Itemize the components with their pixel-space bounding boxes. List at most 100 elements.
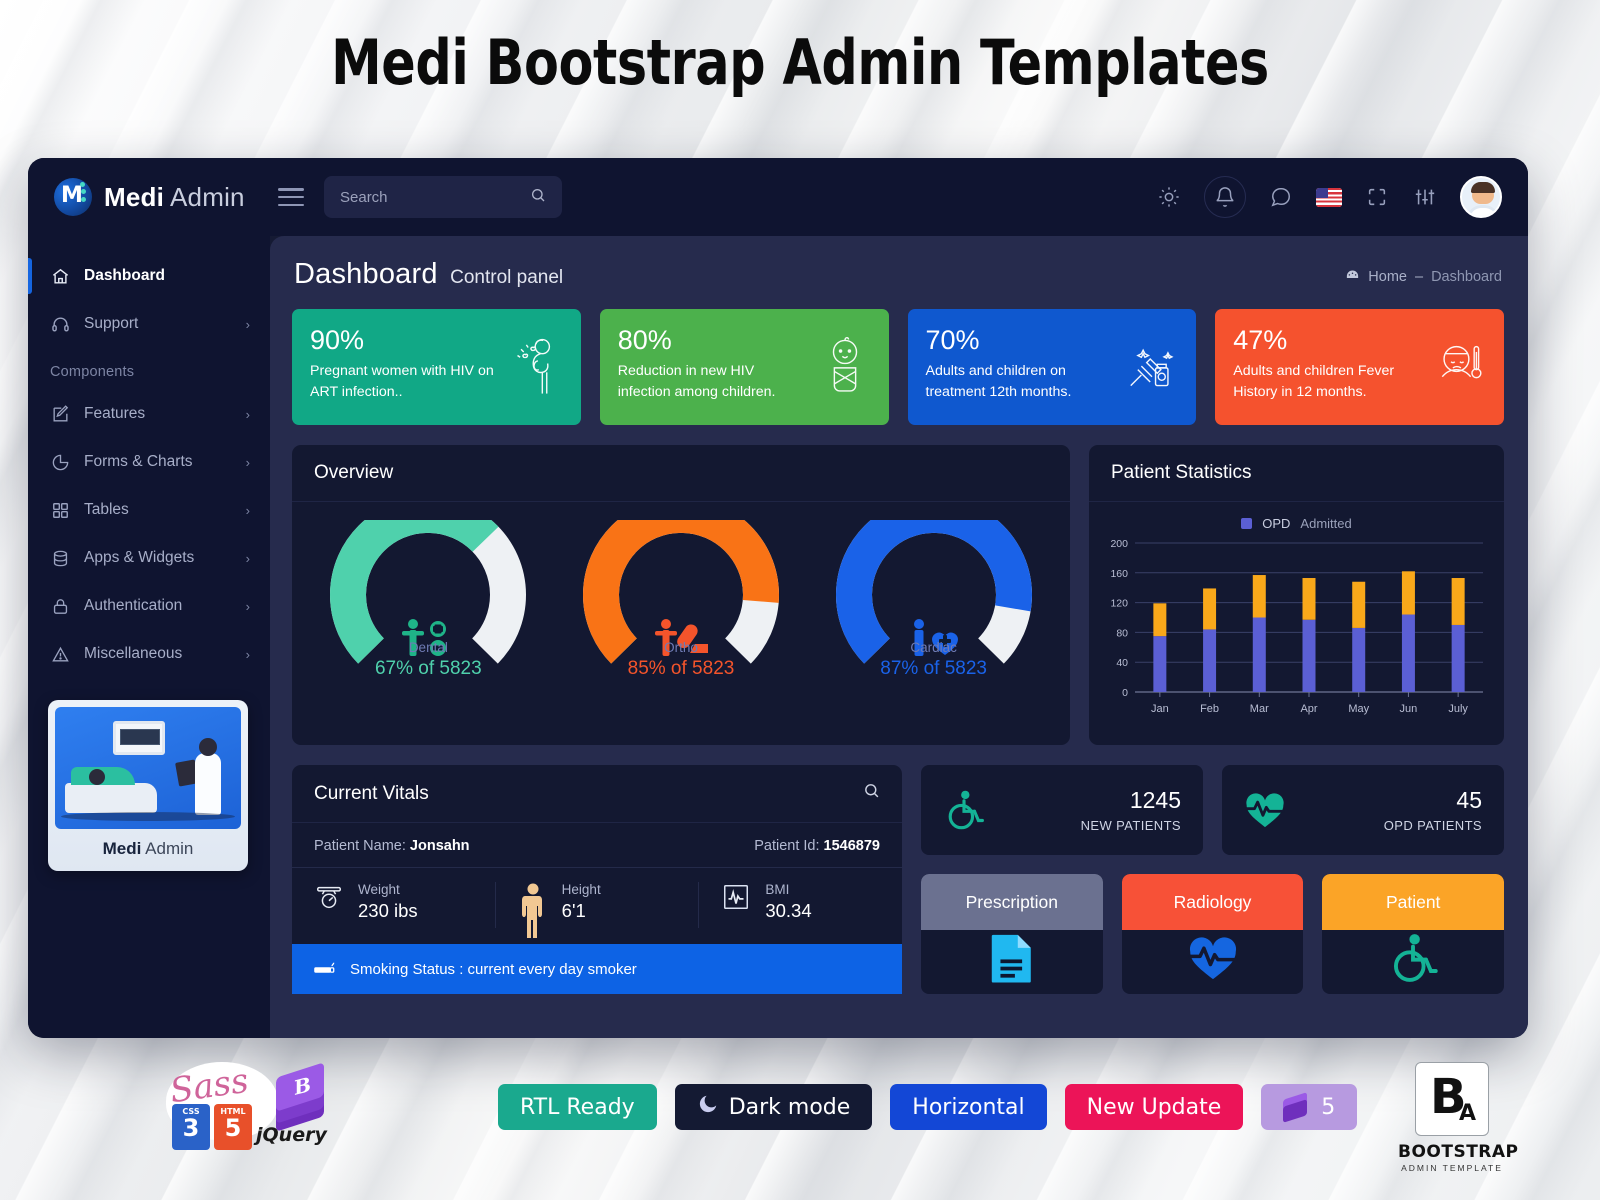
breadcrumb-current: Dashboard xyxy=(1431,269,1502,285)
sidebar-item-support[interactable]: Support › xyxy=(28,300,270,348)
tile-prescription-label: Prescription xyxy=(921,874,1103,930)
ba-letter-a: A xyxy=(1458,1101,1476,1126)
fever-patient-icon xyxy=(1432,336,1488,398)
sidebar-item-features[interactable]: Features › xyxy=(28,390,270,438)
pill-rtl-ready[interactable]: RTL Ready xyxy=(498,1084,657,1130)
patient-meta-row: Patient Name: Jonsahn Patient Id: 154687… xyxy=(292,823,902,868)
stat-card-fever-history[interactable]: 47% Adults and children Fever History in… xyxy=(1215,309,1504,425)
search-icon[interactable] xyxy=(863,782,880,805)
notification-bell-icon[interactable] xyxy=(1204,176,1246,218)
gauge-dental[interactable]: Dental 67% of 5823 xyxy=(322,520,534,680)
cigarette-icon xyxy=(314,959,338,979)
tile-prescription[interactable]: Prescription xyxy=(921,874,1103,994)
chevron-right-icon: › xyxy=(245,598,250,614)
language-flag-icon[interactable] xyxy=(1316,184,1342,210)
feature-pill-row: RTL Ready Dark mode Horizontal New Updat… xyxy=(498,1084,1358,1130)
smoking-status-bar: Smoking Status : current every day smoke… xyxy=(292,944,902,994)
body-height-icon xyxy=(516,882,550,938)
vital-bmi: BMI 30.34 xyxy=(698,882,902,928)
kpi-label: NEW PATIENTS xyxy=(1080,817,1181,833)
sidebar-item-forms-charts[interactable]: Forms & Charts › xyxy=(28,438,270,486)
kpi-number: 1245 xyxy=(1129,787,1181,814)
svg-text:160: 160 xyxy=(1110,568,1128,580)
fullscreen-icon[interactable] xyxy=(1364,184,1390,210)
sidebar-item-dashboard[interactable]: Dashboard xyxy=(28,252,270,300)
page-title: Dashboard xyxy=(294,258,438,290)
vital-bmi-text: BMI 30.34 xyxy=(765,882,811,922)
sidebar-item-label: Tables xyxy=(84,501,129,518)
vital-value: 30.34 xyxy=(765,900,812,921)
brand-logo[interactable]: Medi Admin xyxy=(28,178,270,216)
svg-text:200: 200 xyxy=(1110,538,1128,550)
pill-label: Horizontal xyxy=(912,1094,1025,1120)
stat-card-hiv-reduction[interactable]: 80% Reduction in new HIV infection among… xyxy=(599,309,889,425)
search-input[interactable] xyxy=(340,188,510,206)
patient-id-value: 1546879 xyxy=(823,838,880,854)
sidebar-toggle-icon[interactable] xyxy=(278,188,304,206)
tile-patient[interactable]: Patient xyxy=(1322,874,1505,994)
search-icon[interactable] xyxy=(530,187,546,207)
baby-icon xyxy=(817,336,873,398)
sidebar-promo-card[interactable]: Medi Admin xyxy=(48,700,248,871)
smoking-status-text: Smoking Status : current every day smoke… xyxy=(350,960,637,978)
svg-text:40: 40 xyxy=(1116,657,1128,669)
patient-statistics-chart: 0 40 80 120 160 200 Jan Feb Mar Apr May Jun July xyxy=(1089,533,1504,725)
heartbeat-icon xyxy=(1244,789,1286,831)
svg-text:Apr: Apr xyxy=(1300,703,1317,715)
sidebar-item-apps-widgets[interactable]: Apps & Widgets › xyxy=(28,534,270,582)
user-avatar[interactable] xyxy=(1460,176,1502,218)
tile-radiology[interactable]: Radiology xyxy=(1121,874,1304,994)
sidebar-item-miscellaneous[interactable]: Miscellaneous › xyxy=(28,630,270,678)
top-navigation-bar: Medi Admin xyxy=(28,158,1528,236)
stat-description: Adults and children Fever History in 12 … xyxy=(1233,363,1395,400)
kpi-number: 45 xyxy=(1456,787,1482,814)
pill-bootstrap-version[interactable]: 5 xyxy=(1261,1084,1358,1130)
pill-label: New Update xyxy=(1086,1094,1222,1120)
sidebar-item-tables[interactable]: Tables › xyxy=(28,486,270,534)
dashboard-icon xyxy=(1345,268,1360,286)
gauge-ortho[interactable]: Ortho 85% of 5823 xyxy=(575,520,787,680)
legend-label-admitted: Admitted xyxy=(1300,516,1352,531)
gauge-cardiac[interactable]: Cardiac 87% of 5823 xyxy=(828,520,1040,680)
vital-weight: Weight 230 ibs xyxy=(292,882,495,928)
kpi-new-patients[interactable]: 1245 NEW PATIENTS xyxy=(921,765,1203,855)
sidebar-section-label: Components xyxy=(50,364,135,380)
pill-label: 5 xyxy=(1321,1094,1336,1120)
tech-logo-group: Sass CSS 3 HTML 5 jQuery B xyxy=(152,1061,342,1158)
medi-logo-icon xyxy=(54,178,92,216)
gauge-group: Dental 67% of 5823 Ortho 85% of 5823 Car… xyxy=(292,502,1070,680)
svg-text:Jan: Jan xyxy=(1151,703,1169,715)
kpi-opd-patients[interactable]: 45 OPD PATIENTS xyxy=(1222,765,1504,855)
settings-sliders-icon[interactable] xyxy=(1412,184,1438,210)
chat-bubble-icon[interactable] xyxy=(1268,184,1294,210)
weight-scale-icon xyxy=(312,882,346,928)
gauge-label: Cardiac xyxy=(910,640,957,655)
brand-title: Medi Admin xyxy=(104,181,245,212)
pill-dark-mode[interactable]: Dark mode xyxy=(674,1084,873,1130)
pill-horizontal[interactable]: Horizontal xyxy=(890,1084,1047,1130)
chevron-right-icon: › xyxy=(245,646,250,662)
grid-icon xyxy=(50,500,70,520)
stat-card-pregnant-women[interactable]: 90% Pregnant women with HIV on ART infec… xyxy=(292,309,581,425)
sidebar-item-label: Dashboard xyxy=(84,267,165,284)
patient-name-value: Jonsahn xyxy=(409,838,470,854)
quick-tiles-row: Prescription Radiology Patient xyxy=(921,874,1505,994)
sidebar-item-label: Apps & Widgets xyxy=(84,549,195,566)
gauge-value: 67% of 5823 xyxy=(374,658,482,679)
edit-square-icon xyxy=(50,404,70,424)
page-subtitle: Control panel xyxy=(450,267,564,288)
vitals-cells: Weight 230 ibs Height 6'1 BMI 30.34 xyxy=(292,868,902,944)
search-box[interactable] xyxy=(324,176,562,218)
vital-value: 230 ibs xyxy=(358,900,418,921)
gauge-label: Dental xyxy=(408,640,448,655)
ba-brand-line1: BOOTSTRAP xyxy=(1398,1142,1519,1162)
sidebar-item-label: Miscellaneous xyxy=(84,645,183,662)
sidebar-item-authentication[interactable]: Authentication › xyxy=(28,582,270,630)
breadcrumb-home[interactable]: Home xyxy=(1368,269,1407,285)
pill-new-update[interactable]: New Update xyxy=(1064,1084,1244,1130)
admin-app-window: Medi Admin xyxy=(28,158,1528,1038)
chevron-right-icon: › xyxy=(245,502,250,518)
brightness-icon[interactable] xyxy=(1156,184,1182,210)
stat-card-treatment[interactable]: 70% Adults and children on treatment 12t… xyxy=(907,309,1197,425)
legend-label-opd: OPD xyxy=(1262,516,1291,531)
